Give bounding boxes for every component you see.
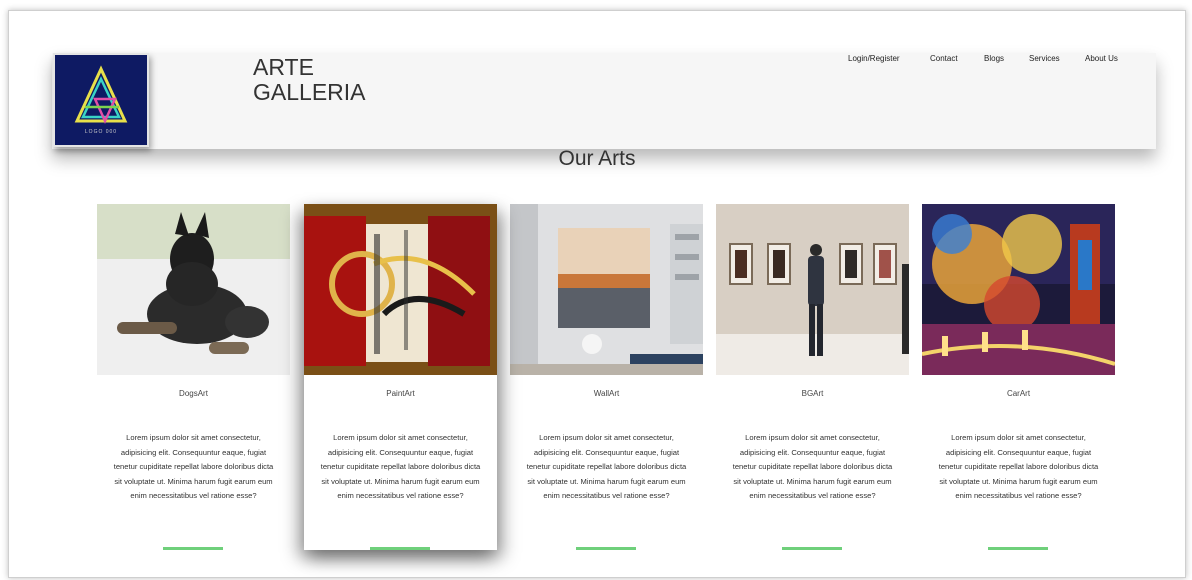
art-card-wall[interactable]: WallArt Lorem ipsum dolor sit amet conse… bbox=[510, 204, 703, 550]
art-card-title: PaintArt bbox=[386, 389, 415, 398]
art-card-accent-bar bbox=[163, 547, 223, 550]
abstract-painting-image bbox=[304, 204, 497, 375]
gallery-visitors-image bbox=[716, 204, 909, 375]
art-card-dogs[interactable]: DogsArt Lorem ipsum dolor sit amet conse… bbox=[97, 204, 290, 550]
logo-tagline: LOGO 000 bbox=[84, 129, 118, 135]
art-card-bg[interactable]: BGArt Lorem ipsum dolor sit amet consect… bbox=[716, 204, 909, 550]
art-card-accent-bar bbox=[782, 547, 842, 550]
art-card-image[interactable] bbox=[922, 204, 1115, 375]
nav-contact[interactable]: Contact bbox=[930, 54, 958, 63]
art-card-accent-bar bbox=[576, 547, 636, 550]
art-card-title: CarArt bbox=[1006, 389, 1031, 398]
art-card-description: Lorem ipsum dolor sit amet consectetur, … bbox=[526, 433, 687, 501]
art-card-description: Lorem ipsum dolor sit amet consectetur, … bbox=[113, 433, 274, 501]
section-title: Our Arts bbox=[558, 147, 636, 170]
art-card-paint[interactable]: PaintArt Lorem ipsum dolor sit amet cons… bbox=[304, 204, 497, 550]
site-title-line2: GALLERIA bbox=[253, 79, 366, 105]
art-card-image[interactable] bbox=[510, 204, 703, 375]
art-card-title: BGArt bbox=[801, 389, 824, 398]
nav-about-us[interactable]: About Us bbox=[1085, 54, 1118, 63]
nav-blogs[interactable]: Blogs bbox=[984, 54, 1004, 63]
art-card-image[interactable] bbox=[716, 204, 909, 375]
art-card-title: DogsArt bbox=[179, 389, 208, 398]
art-card-accent-bar bbox=[370, 547, 430, 550]
art-card-image[interactable] bbox=[304, 204, 497, 375]
art-card-accent-bar bbox=[988, 547, 1048, 550]
art-card-title: WallArt bbox=[593, 389, 620, 398]
nav-login-register[interactable]: Login/Register bbox=[848, 54, 900, 63]
art-card-description: Lorem ipsum dolor sit amet consectetur, … bbox=[732, 433, 893, 501]
nav-services[interactable]: Services bbox=[1029, 54, 1060, 63]
art-card-image[interactable] bbox=[97, 204, 290, 375]
dog-photo-image bbox=[97, 204, 290, 375]
wall-art-room-image bbox=[510, 204, 703, 375]
page-frame: LOGO 000 ARTE GALLERIA Login/Register Co… bbox=[8, 10, 1186, 578]
colorful-street-painting-image bbox=[922, 204, 1115, 375]
art-card-description: Lorem ipsum dolor sit amet consectetur, … bbox=[938, 433, 1099, 501]
main-nav: Login/Register Contact Blogs Services Ab… bbox=[9, 54, 1185, 68]
art-card-description: Lorem ipsum dolor sit amet consectetur, … bbox=[320, 433, 481, 501]
art-card-car[interactable]: CarArt Lorem ipsum dolor sit amet consec… bbox=[922, 204, 1115, 550]
